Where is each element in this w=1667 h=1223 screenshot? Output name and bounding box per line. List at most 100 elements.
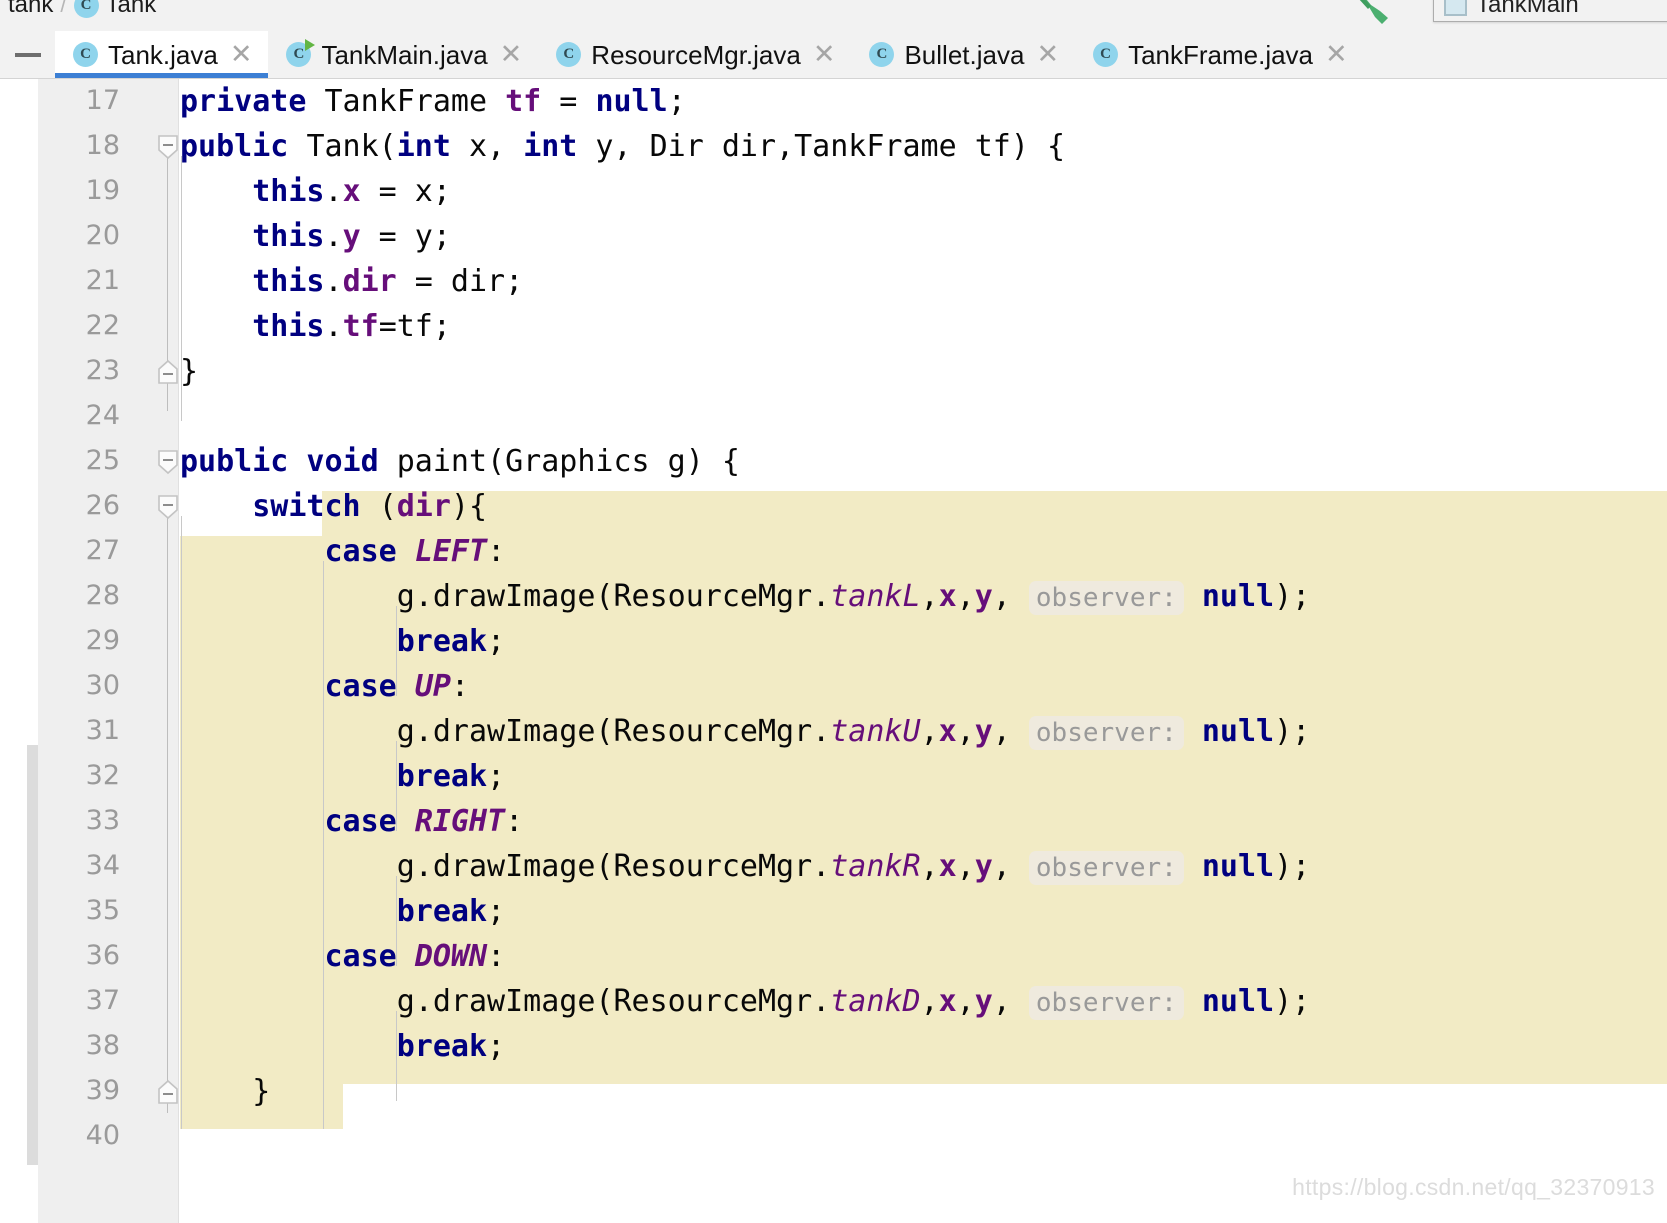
code-line[interactable]: g.drawImage(ResourceMgr.tankR,x,y, obser… <box>180 844 1310 889</box>
code-token: null <box>1201 849 1275 884</box>
code-token: tankU <box>830 714 921 749</box>
code-token: tf <box>342 309 379 344</box>
code-token: ( <box>378 489 397 524</box>
code-line[interactable]: } <box>180 1069 270 1114</box>
wrench-icon[interactable] <box>1355 0 1395 30</box>
fold-collapse-end-marker[interactable] <box>157 359 179 385</box>
line-number: 26 <box>85 490 120 521</box>
code-token: this <box>180 174 325 209</box>
code-token: ; <box>487 759 506 794</box>
editor-tab-bullet-java[interactable]: C Bullet.java ✕ <box>851 31 1075 78</box>
fold-collapse-marker[interactable] <box>157 494 179 520</box>
code-line[interactable]: break; <box>180 1024 505 1069</box>
editor-gutter[interactable]: 17 18 19 20 21 22 23 24 25 26 27 28 29 30 31 32 33 34 35 36… <box>38 79 179 1223</box>
code-token: null <box>1201 984 1275 1019</box>
code-line[interactable]: g.drawImage(ResourceMgr.tankL,x,y, obser… <box>180 574 1310 619</box>
scrollbar-thumb[interactable] <box>27 745 38 1165</box>
code-line[interactable]: this.y = y; <box>180 214 451 259</box>
close-icon[interactable]: ✕ <box>1325 41 1348 68</box>
code-token: =tf; <box>378 309 451 344</box>
code-line[interactable]: case RIGHT: <box>180 799 523 844</box>
java-class-icon: C <box>869 42 895 67</box>
fold-collapse-end-marker[interactable] <box>157 1079 179 1105</box>
line-number: 31 <box>85 715 120 746</box>
code-token: tankD <box>830 984 921 1019</box>
code-token: ); <box>1274 849 1311 884</box>
code-line[interactable]: g.drawImage(ResourceMgr.tankU,x,y, obser… <box>180 709 1310 754</box>
code-token: = <box>541 84 596 119</box>
code-token: LEFT <box>414 534 488 569</box>
code-token: = x; <box>360 174 451 209</box>
editor-tab-tankmain-java[interactable]: C TankMain.java ✕ <box>268 31 538 78</box>
close-icon[interactable]: ✕ <box>1036 41 1059 68</box>
code-token: UP <box>414 669 451 704</box>
code-token: g.drawImage(ResourceMgr. <box>180 849 831 884</box>
code-token: ; <box>487 1029 506 1064</box>
code-line[interactable]: break; <box>180 889 505 934</box>
line-number: 19 <box>85 175 120 206</box>
code-surface[interactable]: private TankFrame tf = null; public Tank(… <box>180 79 1667 1223</box>
line-number: 20 <box>85 220 120 251</box>
code-token: case <box>180 804 415 839</box>
editor-tab-resourcemgr-java[interactable]: C ResourceMgr.java ✕ <box>538 31 851 78</box>
code-line[interactable]: break; <box>180 754 505 799</box>
line-number: 39 <box>85 1075 120 1106</box>
line-number: 30 <box>85 670 120 701</box>
run-configuration-widget[interactable]: TankMain <box>1433 0 1667 22</box>
code-token: , <box>920 714 939 749</box>
code-token: tf <box>505 84 542 119</box>
minimize-icon[interactable] <box>0 31 55 78</box>
breadcrumb[interactable]: tank / C Tank <box>8 0 156 19</box>
code-token: = dir; <box>396 264 524 299</box>
close-icon[interactable]: ✕ <box>500 41 523 68</box>
code-token: case <box>180 669 415 704</box>
code-line[interactable]: } <box>180 349 198 394</box>
line-number: 25 <box>85 445 120 476</box>
editor-tab-label: ResourceMgr.java <box>591 39 801 70</box>
code-token: tankR <box>830 849 921 884</box>
code-line[interactable]: public void paint(Graphics g) { <box>180 439 740 484</box>
code-token: null <box>1201 714 1275 749</box>
code-line[interactable]: case UP: <box>180 664 469 709</box>
code-line[interactable]: case LEFT: <box>180 529 505 574</box>
breadcrumb-package[interactable]: tank <box>8 0 53 19</box>
code-token: y <box>974 579 993 614</box>
code-token: } <box>180 354 199 389</box>
code-line[interactable]: public Tank(int x, int y, Dir dir,TankFr… <box>180 124 1065 169</box>
code-editor: 17 18 19 20 21 22 23 24 25 26 27 28 29 30 31 32 33 34 35 36… <box>0 79 1667 1223</box>
editor-tab-label: TankMain.java <box>321 39 488 70</box>
code-line[interactable]: private TankFrame tf = null; <box>180 79 686 124</box>
line-number: 24 <box>85 400 120 431</box>
close-icon[interactable]: ✕ <box>813 41 836 68</box>
breadcrumb-bar: tank / C Tank TankMain <box>0 0 1667 31</box>
code-token: x <box>938 849 957 884</box>
code-token: DOWN <box>414 939 488 974</box>
breadcrumb-class[interactable]: Tank <box>106 0 157 19</box>
code-token: dir <box>396 489 451 524</box>
code-line[interactable]: g.drawImage(ResourceMgr.tankD,x,y, obser… <box>180 979 1310 1024</box>
line-number: 21 <box>85 265 120 296</box>
line-number: 23 <box>85 355 120 386</box>
editor-tab-label: Tank.java <box>108 39 218 70</box>
code-line[interactable]: break; <box>180 619 505 664</box>
code-line[interactable]: this.dir = dir; <box>180 259 523 304</box>
editor-vertical-scrollbar[interactable] <box>0 79 38 1223</box>
line-number: 34 <box>85 850 120 881</box>
code-line[interactable]: this.tf=tf; <box>180 304 451 349</box>
code-token: , <box>920 984 939 1019</box>
close-icon[interactable]: ✕ <box>230 41 253 68</box>
editor-tab-tankframe-java[interactable]: C TankFrame.java ✕ <box>1075 31 1364 78</box>
code-line[interactable]: this.x = x; <box>180 169 451 214</box>
code-line[interactable]: switch (dir){ <box>180 484 487 529</box>
java-class-icon: C <box>73 42 98 67</box>
editor-tab-label: TankFrame.java <box>1128 39 1314 70</box>
code-token: g.drawImage(ResourceMgr. <box>180 579 831 614</box>
fold-collapse-marker[interactable] <box>157 449 179 475</box>
code-token: g.drawImage(ResourceMgr. <box>180 984 831 1019</box>
fold-collapse-marker[interactable] <box>157 134 179 160</box>
code-line[interactable]: case DOWN: <box>180 934 505 979</box>
editor-tab-tank-java[interactable]: C Tank.java ✕ <box>55 31 269 78</box>
line-number: 27 <box>85 535 120 566</box>
